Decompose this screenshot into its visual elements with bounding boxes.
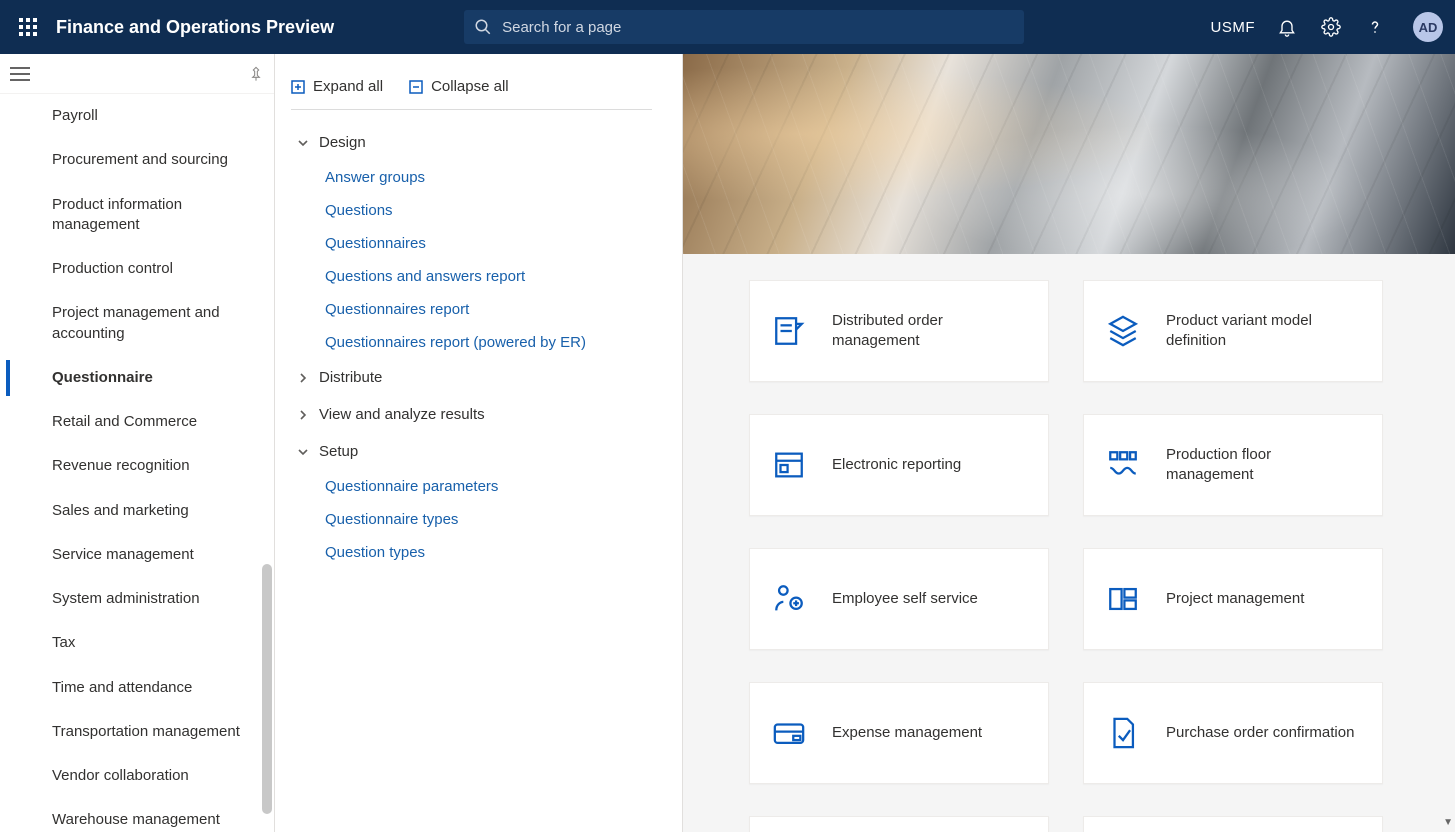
sidebar-item-transportation-management[interactable]: Transportation management [0,710,274,754]
submenu-link-questionnaires-report[interactable]: Questionnaires report [297,293,652,326]
scroll-down-indicator[interactable]: ▼ [1443,817,1453,828]
tile-icon [772,448,806,482]
submenu-group-label: Distribute [319,369,382,386]
tile-label: Electronic reporting [832,455,961,475]
tile-label: Expense management [832,723,982,743]
tile-project-management[interactable]: Project management [1083,548,1383,650]
submenu-link-questionnaires-report-powered-by-er-[interactable]: Questionnaires report (powered by ER) [297,326,652,359]
tile-icon [772,314,806,348]
gear-icon[interactable] [1319,15,1343,39]
sidebar-scrollbar[interactable] [262,564,272,814]
tile-purchase-order-confirmation[interactable]: Purchase order confirmation [1083,682,1383,784]
tile-label: Product variant model definition [1166,311,1360,352]
environment-label[interactable]: USMF [1211,19,1256,36]
sidebar-item-questionnaire[interactable]: Questionnaire [0,356,274,400]
avatar[interactable]: AD [1413,12,1443,42]
submenu-link-questionnaire-types[interactable]: Questionnaire types [297,503,652,536]
sidebar-item-production-control[interactable]: Production control [0,247,274,291]
expand-icon [291,80,305,94]
tile-feature-management[interactable]: Feature management [749,816,1049,832]
tile-label: Distributed order management [832,311,1026,352]
tile-icon [772,582,806,616]
chevron-right-icon [297,372,309,384]
tile-icon [1106,582,1140,616]
tile-product-variant-model-definition[interactable]: Product variant model definition [1083,280,1383,382]
sidebar-item-time-and-attendance[interactable]: Time and attendance [0,666,274,710]
sidebar-item-service-management[interactable]: Service management [0,533,274,577]
submenu-link-answer-groups[interactable]: Answer groups [297,161,652,194]
app-launcher-icon[interactable] [12,11,44,43]
submenu-group-label: Design [319,134,366,151]
sidebar-item-warehouse-management[interactable]: Warehouse management [0,798,274,832]
chevron-right-icon [297,409,309,421]
main-content: Distributed order management Product vari… [683,54,1455,832]
tile-icon [1106,716,1140,750]
topbar: Finance and Operations Preview USMF AD [0,0,1455,54]
tile-icon [1106,314,1140,348]
tile-distributed-order-management[interactable]: Distributed order management [749,280,1049,382]
chevron-down-icon [297,137,309,149]
sidebar-items: PayrollProcurement and sourcingProduct i… [0,94,274,832]
submenu-link-questions-and-answers-report[interactable]: Questions and answers report [297,260,652,293]
tile-production-floor-management[interactable]: Production floor management [1083,414,1383,516]
tile-electronic-reporting[interactable]: Electronic reporting [749,414,1049,516]
tile-icon [1106,448,1140,482]
hamburger-icon[interactable] [10,67,30,81]
tile-label: Employee self service [832,589,978,609]
sidebar-item-system-administration[interactable]: System administration [0,577,274,621]
submenu-link-question-types[interactable]: Question types [297,536,652,569]
tile-employee-self-service[interactable]: Employee self service [749,548,1049,650]
submenu-group-label: Setup [319,443,358,460]
expand-all-label: Expand all [313,78,383,95]
global-search[interactable] [464,10,1024,44]
submenu-group-design[interactable]: Design [297,124,652,161]
tile-label: Project management [1166,589,1304,609]
submenu-group-view-and-analyze-results[interactable]: View and analyze results [297,396,652,433]
collapse-icon [409,80,423,94]
submenu-group-distribute[interactable]: Distribute [297,359,652,396]
sidebar: PayrollProcurement and sourcingProduct i… [0,54,275,832]
sidebar-item-vendor-collaboration[interactable]: Vendor collaboration [0,754,274,798]
tile-purchase-order-preparation[interactable]: Purchase order preparation [1083,816,1383,832]
submenu-group-setup[interactable]: Setup [297,433,652,470]
submenu-group-label: View and analyze results [319,406,485,423]
submenu-link-questions[interactable]: Questions [297,194,652,227]
sidebar-item-procurement-and-sourcing[interactable]: Procurement and sourcing [0,138,274,182]
sidebar-item-product-information-management[interactable]: Product information management [0,183,274,248]
sidebar-item-tax[interactable]: Tax [0,621,274,665]
tile-icon [772,716,806,750]
collapse-all-button[interactable]: Collapse all [409,78,509,95]
pin-icon[interactable] [248,66,264,82]
bell-icon[interactable] [1275,15,1299,39]
tile-label: Production floor management [1166,445,1360,486]
submenu-link-questionnaire-parameters[interactable]: Questionnaire parameters [297,470,652,503]
workspace-tiles: Distributed order management Product vari… [749,280,1455,832]
sidebar-item-payroll[interactable]: Payroll [0,94,274,138]
submenu-panel: Expand all Collapse all Design Answer gro… [275,54,683,832]
collapse-all-label: Collapse all [431,78,509,95]
search-input[interactable] [502,19,1014,36]
app-title: Finance and Operations Preview [56,17,334,38]
banner-image [683,54,1455,254]
sidebar-item-retail-and-commerce[interactable]: Retail and Commerce [0,400,274,444]
submenu-link-questionnaires[interactable]: Questionnaires [297,227,652,260]
expand-all-button[interactable]: Expand all [291,78,383,95]
sidebar-item-project-management-and-accounting[interactable]: Project management and accounting [0,291,274,356]
sidebar-item-sales-and-marketing[interactable]: Sales and marketing [0,489,274,533]
help-icon[interactable] [1363,15,1387,39]
sidebar-item-revenue-recognition[interactable]: Revenue recognition [0,444,274,488]
tile-expense-management[interactable]: Expense management [749,682,1049,784]
tile-label: Purchase order confirmation [1166,723,1354,743]
chevron-down-icon [297,446,309,458]
search-icon [474,18,492,36]
